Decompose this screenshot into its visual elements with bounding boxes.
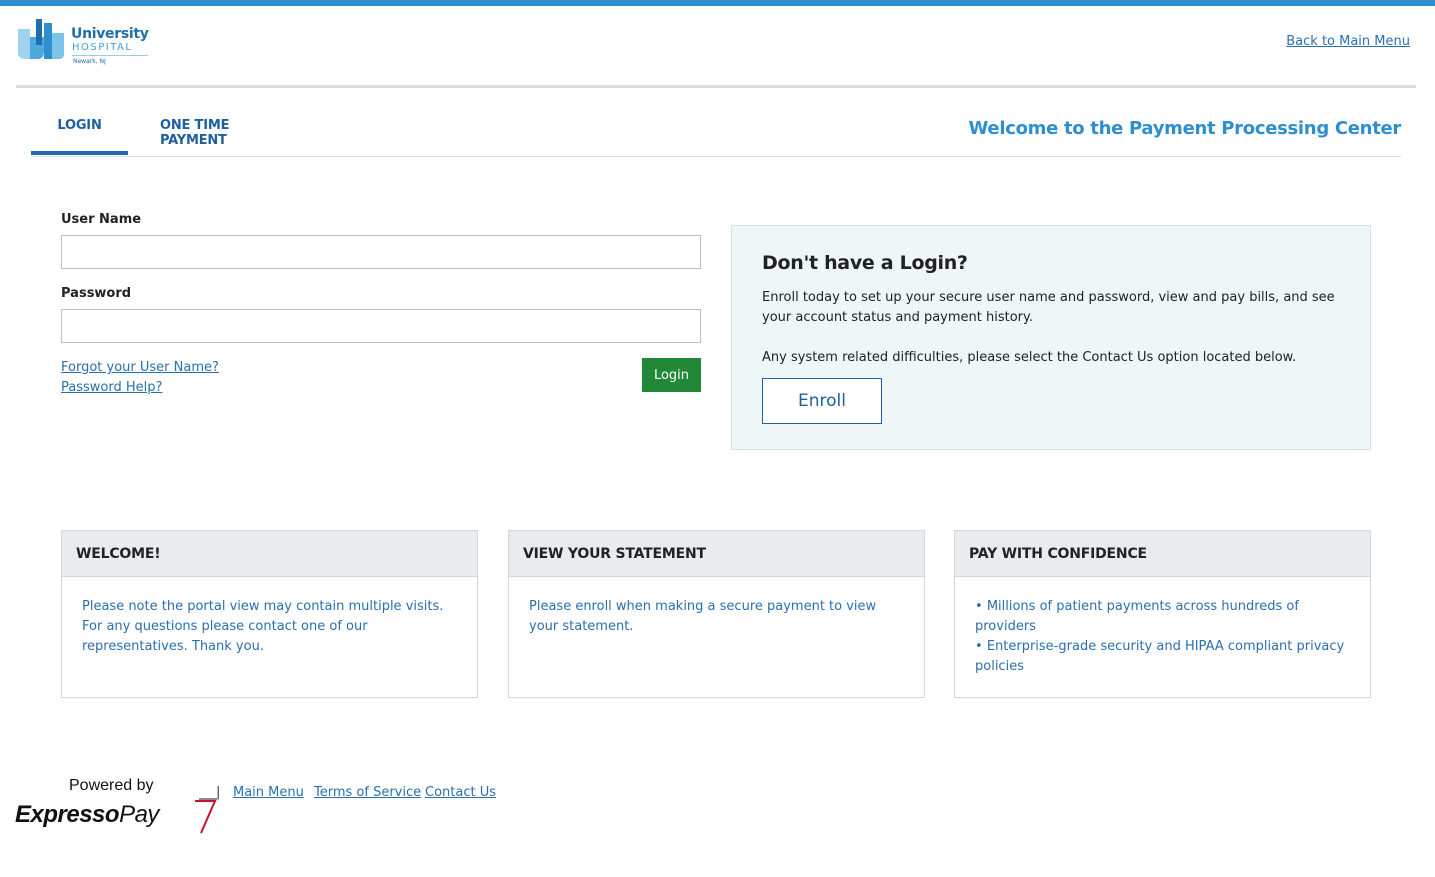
back-to-main-menu-link[interactable]: Back to Main Menu xyxy=(1286,34,1410,49)
brand-light-text: Pay xyxy=(119,801,159,828)
university-hospital-logo[interactable]: University HOSPITAL Newark, NJ xyxy=(16,15,156,75)
page-title: Welcome to the Payment Processing Center xyxy=(968,118,1402,139)
password-help-link[interactable]: Password Help? xyxy=(61,380,162,395)
logo-title: University xyxy=(71,26,149,42)
enroll-panel: Don't have a Login? Enroll today to set … xyxy=(731,225,1371,450)
forgot-username-link[interactable]: Forgot your User Name? xyxy=(61,360,219,375)
logo-divider xyxy=(72,55,148,56)
hospital-logo-mark-icon xyxy=(18,19,64,59)
confidence-card: PAY WITH CONFIDENCE Millions of patient … xyxy=(954,530,1371,698)
powered-by-text: Powered by xyxy=(69,777,154,794)
username-label: User Name xyxy=(61,212,142,227)
card-text: Please enroll when making a secure payme… xyxy=(529,599,877,634)
swoosh-icon xyxy=(195,798,217,834)
tab-one-time-payment[interactable]: ONE TIME PAYMENT xyxy=(160,96,295,155)
username-input[interactable] xyxy=(61,235,701,269)
card-title: WELCOME! xyxy=(62,531,477,577)
password-label: Password xyxy=(61,286,132,301)
card-title: VIEW YOUR STATEMENT xyxy=(509,531,924,577)
enroll-button[interactable]: Enroll xyxy=(762,378,882,424)
footer-separator: | xyxy=(216,785,221,800)
enroll-title: Don't have a Login? xyxy=(762,252,968,274)
brand-bold-text: Expresso xyxy=(15,801,120,828)
footer-terms-link[interactable]: Terms of Service xyxy=(314,785,421,800)
page-header: University HOSPITAL Newark, NJ Back to M… xyxy=(16,6,1416,88)
welcome-card: WELCOME! Please note the portal view may… xyxy=(61,530,478,698)
logo-subtitle: HOSPITAL xyxy=(72,42,133,53)
footer-contact-link[interactable]: Contact Us xyxy=(425,785,496,800)
list-item: Enterprise-grade security and HIPAA comp… xyxy=(975,637,1350,677)
enroll-support-note: Any system related difficulties, please … xyxy=(762,350,1297,365)
list-item: Millions of patient payments across hund… xyxy=(975,597,1350,637)
card-list: Millions of patient payments across hund… xyxy=(955,577,1370,677)
tab-login[interactable]: LOGIN xyxy=(31,96,128,155)
expressopay-wordmark: ExpressoPay xyxy=(15,801,159,829)
password-input[interactable] xyxy=(61,309,701,343)
card-text: Please note the portal view may contain … xyxy=(82,599,444,654)
card-title: PAY WITH CONFIDENCE xyxy=(955,531,1370,577)
expressopay-logo: Powered by ExpressoPay xyxy=(15,777,220,839)
enroll-description: Enroll today to set up your secure user … xyxy=(762,290,1335,325)
statement-card: VIEW YOUR STATEMENT Please enroll when m… xyxy=(508,530,925,698)
login-button[interactable]: Login xyxy=(642,358,701,392)
tab-bar: LOGIN ONE TIME PAYMENT Welcome to the Pa… xyxy=(31,96,1401,157)
footer-main-menu-link[interactable]: Main Menu xyxy=(233,785,304,800)
logo-location: Newark, NJ xyxy=(73,58,106,65)
